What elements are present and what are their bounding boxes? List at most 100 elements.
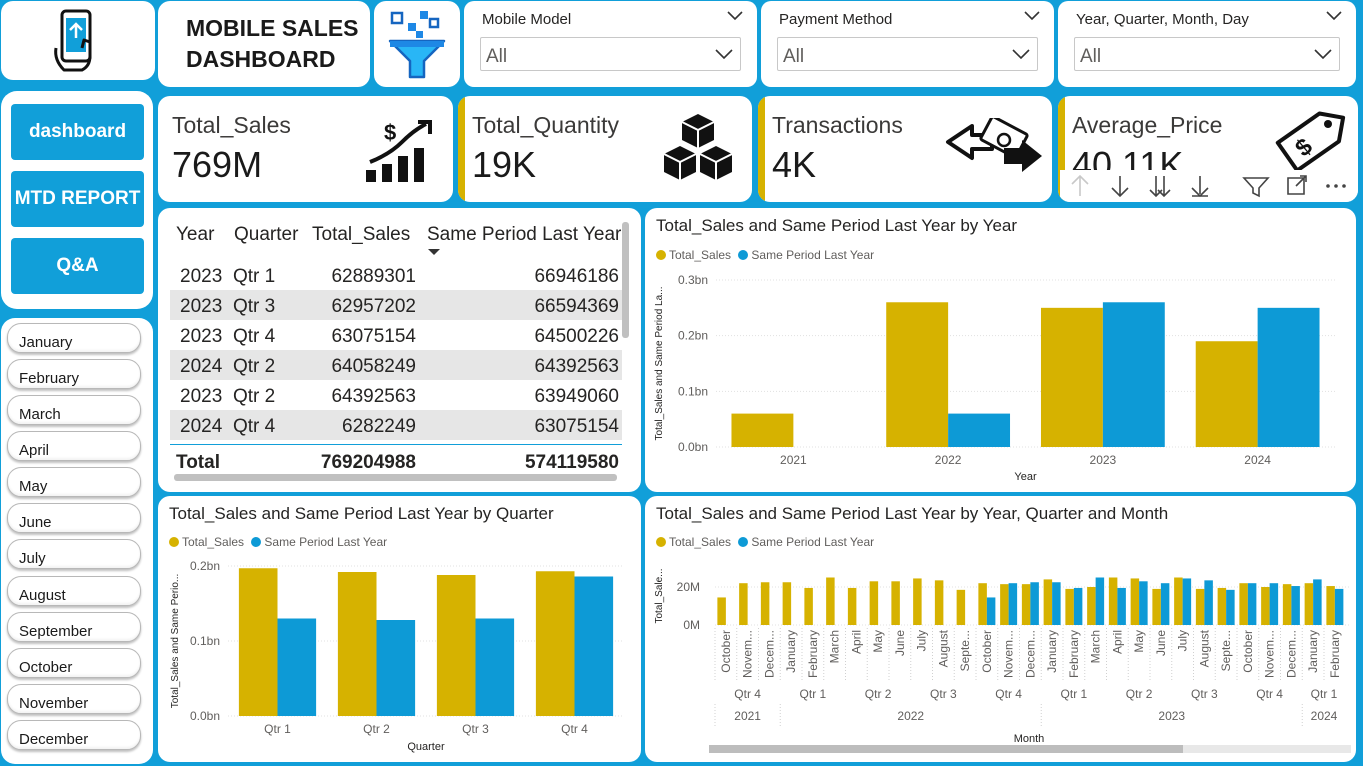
bar-total-sales[interactable]: [782, 582, 792, 625]
drill-up-icon[interactable]: [1071, 174, 1089, 196]
bar-same-period[interactable]: [1291, 586, 1300, 625]
bar-same-period[interactable]: [574, 576, 614, 717]
bar-same-period[interactable]: [1313, 579, 1322, 625]
slicer-dropdown[interactable]: All: [777, 37, 1038, 71]
bar-same-period[interactable]: [1269, 583, 1279, 625]
bar-total-sales[interactable]: [886, 302, 949, 447]
chevron-down-icon[interactable]: [1326, 11, 1342, 21]
bar-total-sales[interactable]: [1130, 578, 1140, 625]
bar-total-sales[interactable]: [1174, 577, 1183, 626]
slicer-payment-method[interactable]: Payment Method All: [761, 1, 1054, 87]
bar-total-sales[interactable]: [1152, 588, 1161, 625]
month-button-june[interactable]: June: [7, 503, 141, 533]
chart-by-quarter[interactable]: Total_Sales and Same Period Last Year by…: [158, 496, 641, 762]
bar-total-sales[interactable]: [760, 582, 770, 625]
month-button-may[interactable]: May: [7, 467, 141, 497]
bar-same-period[interactable]: [376, 620, 416, 716]
col-header-same-period[interactable]: Same Period Last Year: [427, 224, 621, 246]
bar-same-period[interactable]: [986, 597, 996, 625]
bar-total-sales[interactable]: [739, 583, 748, 625]
bar-total-sales[interactable]: [1195, 588, 1205, 625]
bar-total-sales[interactable]: [1304, 583, 1314, 625]
focus-mode-icon[interactable]: [1287, 175, 1307, 195]
bar-total-sales[interactable]: [1217, 587, 1227, 625]
month-button-november[interactable]: November: [7, 684, 141, 714]
expand-hierarchy-icon[interactable]: [1191, 176, 1209, 198]
month-button-july[interactable]: July: [7, 539, 141, 569]
month-button-september[interactable]: September: [7, 612, 141, 642]
month-button-january[interactable]: January: [7, 323, 141, 353]
nav-qa-button[interactable]: Q&A: [11, 238, 144, 294]
slicer-dropdown[interactable]: All: [1074, 37, 1340, 71]
bar-same-period[interactable]: [1182, 578, 1192, 625]
bar-total-sales[interactable]: [804, 587, 813, 625]
bar-total-sales[interactable]: [978, 583, 987, 625]
bar-total-sales[interactable]: [891, 581, 900, 625]
bar-same-period[interactable]: [1257, 307, 1320, 447]
bar-same-period[interactable]: [1139, 581, 1148, 625]
bar-total-sales[interactable]: [436, 575, 476, 716]
bar-same-period[interactable]: [1030, 582, 1039, 625]
bar-total-sales[interactable]: [337, 572, 377, 716]
bar-total-sales[interactable]: [717, 597, 726, 625]
bar-same-period[interactable]: [1117, 587, 1126, 625]
bar-total-sales[interactable]: [1261, 587, 1270, 625]
bar-total-sales[interactable]: [1282, 584, 1292, 625]
bar-total-sales[interactable]: [1000, 584, 1009, 625]
bar-total-sales[interactable]: [1326, 586, 1335, 625]
bar-same-period[interactable]: [1073, 587, 1083, 625]
bar-same-period[interactable]: [1226, 589, 1235, 625]
bar-total-sales[interactable]: [847, 587, 857, 625]
col-header-total-sales[interactable]: Total_Sales: [312, 224, 410, 246]
month-button-october[interactable]: October: [7, 648, 141, 678]
col-header-quarter[interactable]: Quarter: [234, 224, 298, 246]
chevron-down-icon[interactable]: [1024, 11, 1040, 21]
bar-same-period[interactable]: [1102, 302, 1165, 447]
more-options-icon[interactable]: [1326, 184, 1346, 188]
month-button-april[interactable]: April: [7, 431, 141, 461]
slicer-date-hierarchy[interactable]: Year, Quarter, Month, Day All: [1058, 1, 1356, 87]
bar-total-sales[interactable]: [869, 581, 879, 625]
bar-total-sales[interactable]: [1108, 577, 1118, 626]
month-button-august[interactable]: August: [7, 576, 141, 606]
bar-same-period[interactable]: [475, 618, 515, 717]
slicer-mobile-model[interactable]: Mobile Model All: [464, 1, 757, 87]
nav-mtd-report-button[interactable]: MTD REPORT: [11, 171, 144, 227]
bar-same-period[interactable]: [277, 618, 317, 717]
bar-total-sales[interactable]: [934, 580, 944, 625]
bar-same-period[interactable]: [1095, 577, 1105, 626]
bar-total-sales[interactable]: [1087, 587, 1096, 625]
bar-same-period[interactable]: [1247, 583, 1257, 625]
bar-total-sales[interactable]: [1021, 584, 1031, 625]
bar-same-period[interactable]: [1334, 588, 1344, 625]
bar-total-sales[interactable]: [1239, 583, 1248, 625]
go-to-next-level-icon[interactable]: [1149, 176, 1171, 198]
month-button-march[interactable]: March: [7, 395, 141, 425]
month-button-december[interactable]: December: [7, 720, 141, 750]
bar-same-period[interactable]: [948, 413, 1011, 447]
vertical-scrollbar[interactable]: [622, 222, 629, 338]
drill-down-icon[interactable]: [1111, 176, 1129, 198]
month-button-february[interactable]: February: [7, 359, 141, 389]
bar-total-sales[interactable]: [1043, 579, 1053, 625]
chart-scrollbar-thumb[interactable]: [709, 745, 1183, 753]
bar-total-sales[interactable]: [731, 413, 794, 447]
bar-same-period[interactable]: [1204, 580, 1213, 625]
col-header-year[interactable]: Year: [176, 224, 214, 246]
chart-scrollbar[interactable]: [709, 745, 1351, 753]
filter-funnel-card[interactable]: [374, 1, 460, 87]
chevron-down-icon[interactable]: [727, 11, 743, 21]
bar-total-sales[interactable]: [238, 568, 278, 716]
chart-by-month[interactable]: Total_Sales and Same Period Last Year by…: [645, 496, 1356, 762]
filter-icon[interactable]: [1242, 177, 1270, 198]
bar-total-sales[interactable]: [1040, 307, 1103, 447]
chart-by-year[interactable]: Total_Sales and Same Period Last Year by…: [645, 208, 1356, 492]
nav-dashboard-button[interactable]: dashboard: [11, 104, 144, 160]
bar-total-sales[interactable]: [956, 589, 966, 625]
horizontal-scrollbar[interactable]: [174, 474, 617, 481]
bar-same-period[interactable]: [1160, 583, 1170, 625]
bar-total-sales[interactable]: [1065, 588, 1074, 625]
bar-total-sales[interactable]: [1195, 341, 1258, 447]
bar-same-period[interactable]: [1008, 583, 1018, 625]
bar-same-period[interactable]: [1052, 582, 1061, 625]
